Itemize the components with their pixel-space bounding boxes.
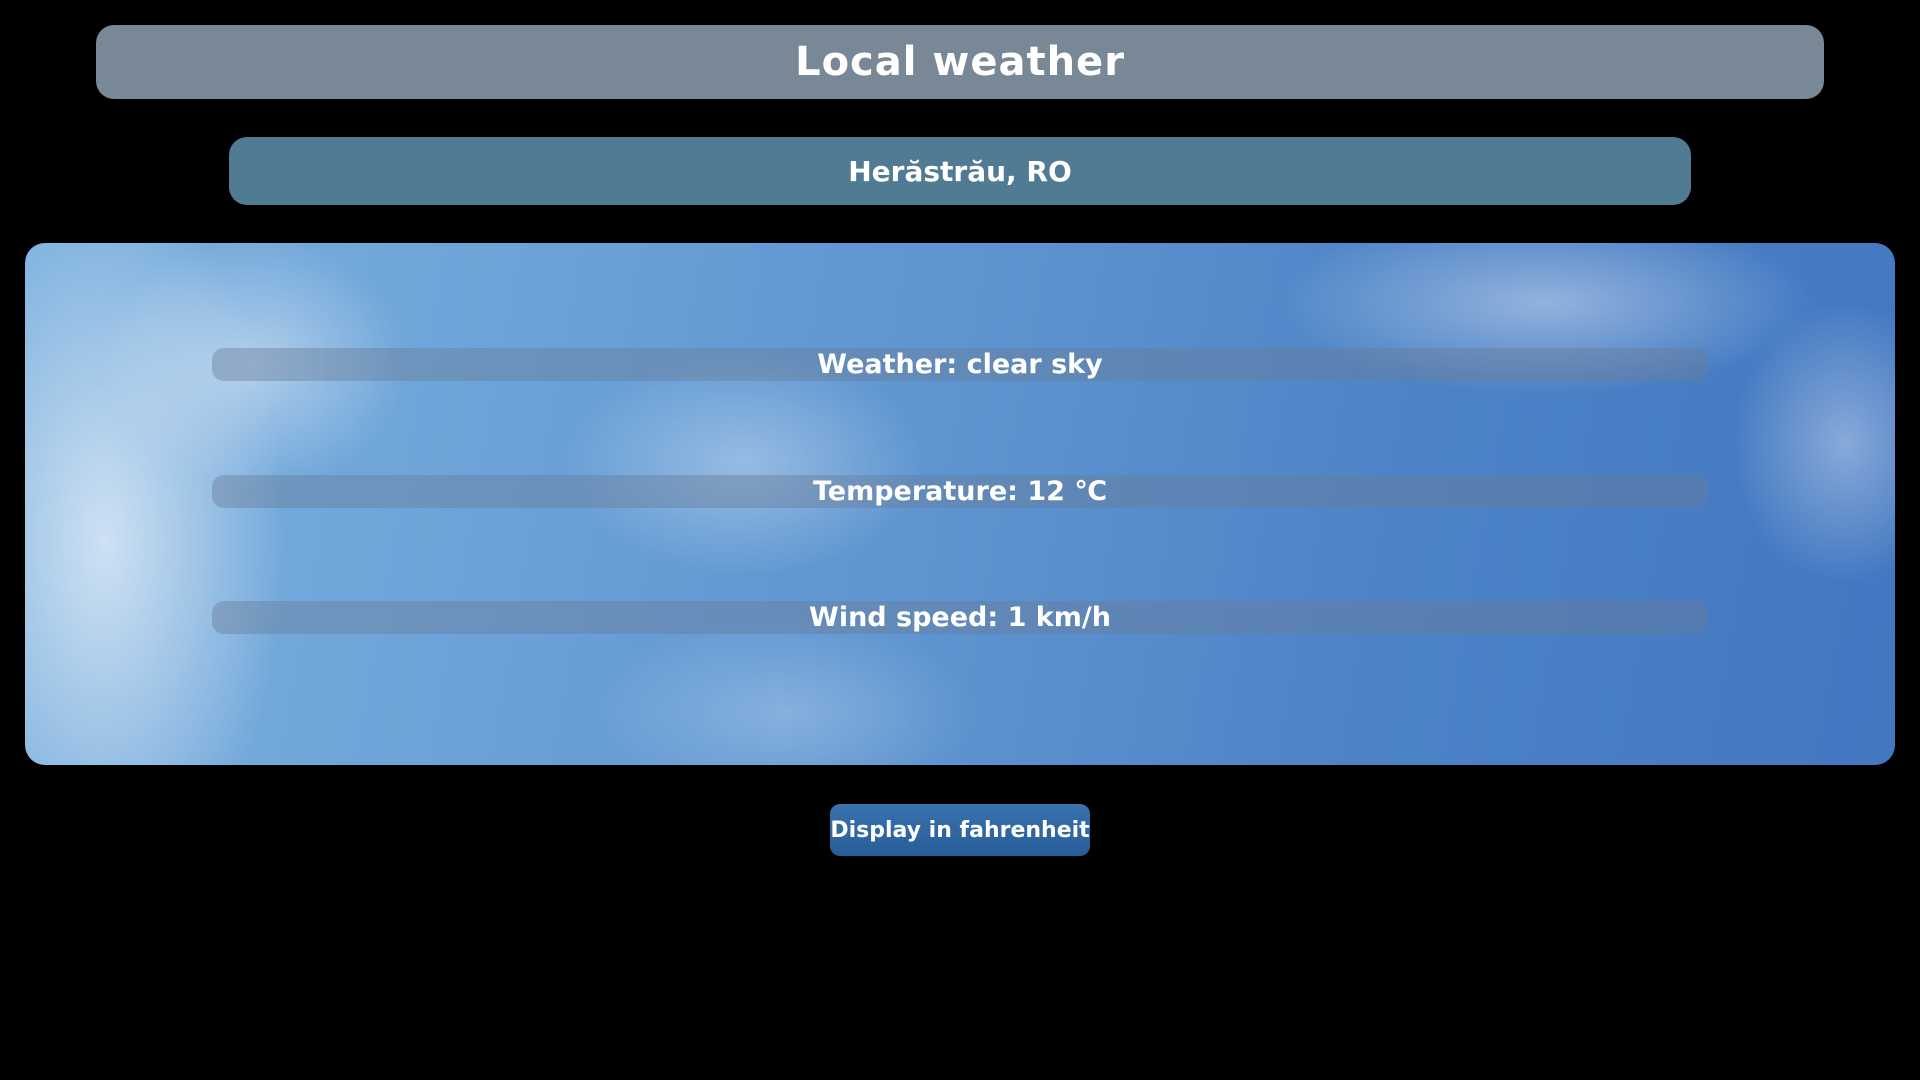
temperature-text: Temperature: 12 ℃ (812, 476, 1108, 507)
weather-page: Local weather Herăstrău, RO Weather: cle… (0, 0, 1920, 1080)
weather-panel: Weather: clear sky Temperature: 12 ℃ Win… (25, 243, 1895, 765)
temperature-row: Temperature: 12 ℃ (212, 475, 1708, 508)
weather-condition-text: Weather: clear sky (817, 349, 1103, 380)
location-label: Herăstrău, RO (848, 154, 1072, 188)
wind-speed-row: Wind speed: 1 km/h (212, 601, 1708, 634)
wind-speed-text: Wind speed: 1 km/h (809, 602, 1111, 633)
display-fahrenheit-button[interactable]: Display in fahrenheit (830, 804, 1090, 856)
location-bar: Herăstrău, RO (229, 137, 1691, 205)
page-title: Local weather (795, 39, 1125, 85)
display-fahrenheit-label: Display in fahrenheit (830, 817, 1090, 843)
page-title-bar: Local weather (96, 25, 1824, 99)
weather-condition-row: Weather: clear sky (212, 348, 1708, 381)
